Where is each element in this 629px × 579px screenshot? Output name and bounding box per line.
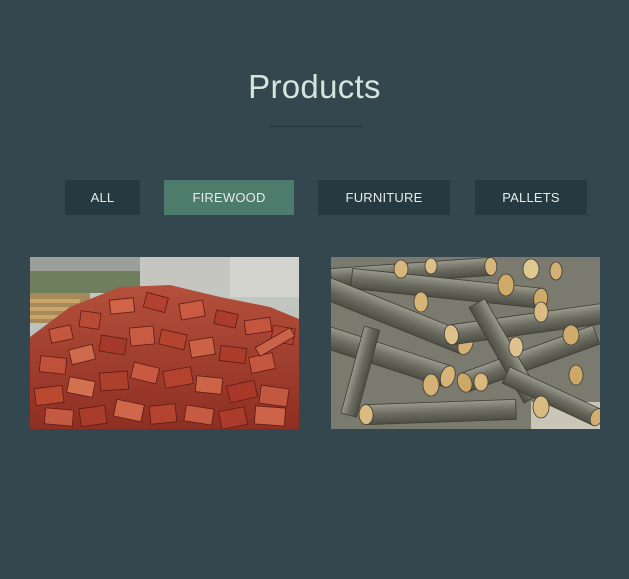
gallery-item-wood-blocks[interactable] bbox=[30, 257, 299, 429]
category-filter-bar: ALL FIREWOOD FURNITURE PALLETS bbox=[0, 180, 629, 215]
filter-pallets-button[interactable]: PALLETS bbox=[475, 180, 587, 215]
filter-furniture-button[interactable]: FURNITURE bbox=[318, 180, 450, 215]
firewood-logs-image bbox=[331, 257, 600, 429]
gallery-item-firewood-logs[interactable] bbox=[331, 257, 600, 429]
page-title: Products bbox=[248, 68, 381, 105]
filter-firewood-button[interactable]: FIREWOOD bbox=[164, 180, 294, 215]
title-divider bbox=[270, 126, 362, 127]
filter-all-button[interactable]: ALL bbox=[65, 180, 140, 215]
wood-blocks-image bbox=[30, 257, 299, 429]
